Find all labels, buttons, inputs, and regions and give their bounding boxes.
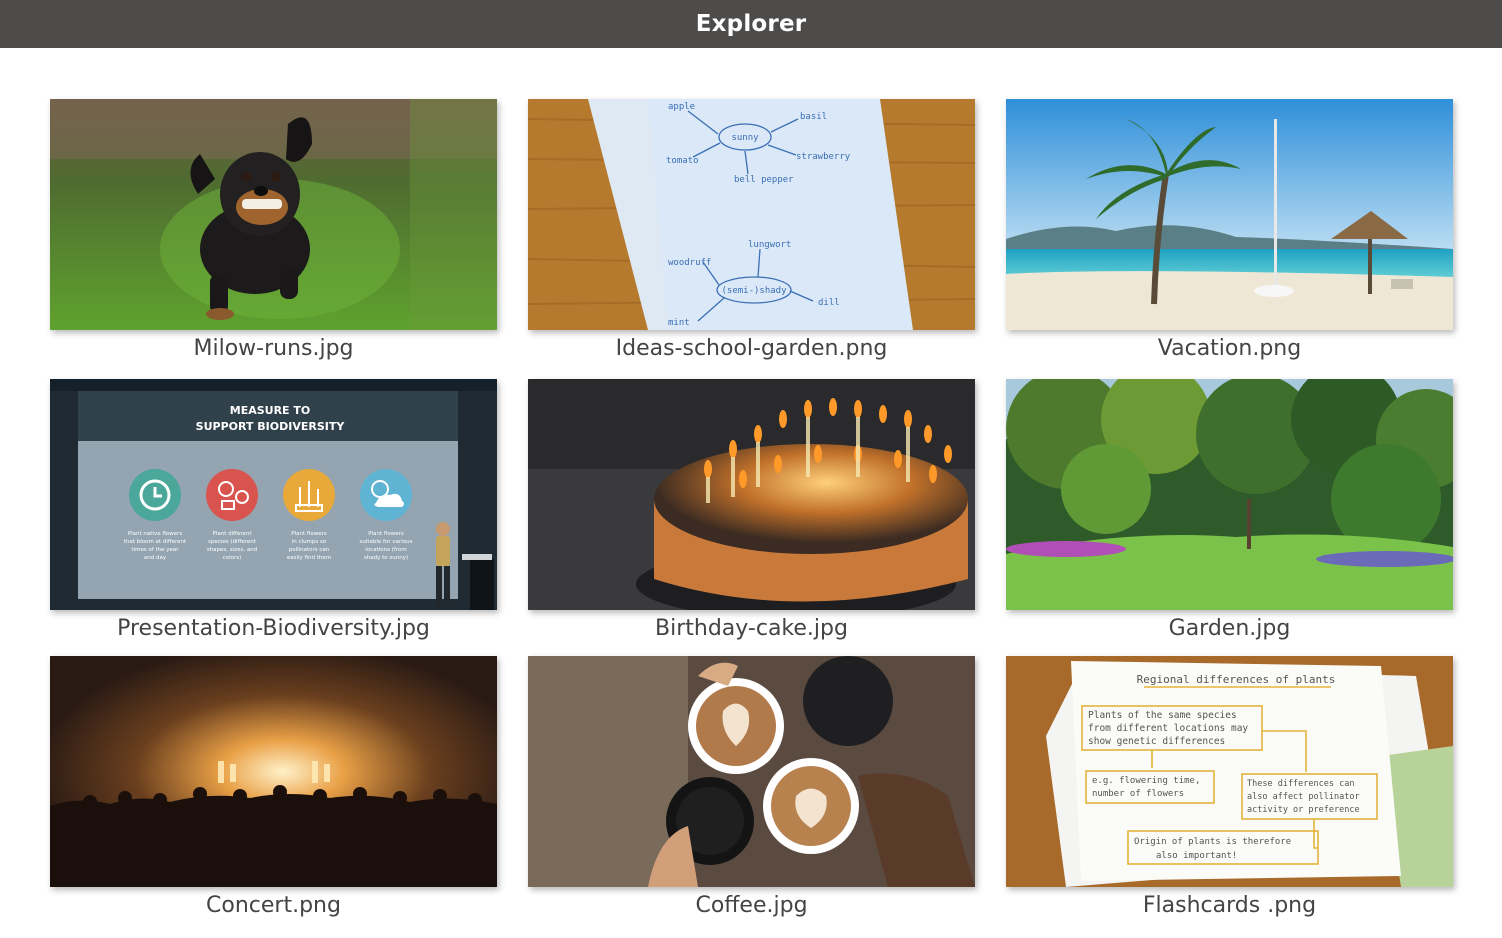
thumbnail-flashcards[interactable]: Regional differences of plants Plants of… xyxy=(1006,656,1453,887)
file-tile-concert[interactable]: Concert.png xyxy=(50,656,497,918)
thumbnail-coffee[interactable] xyxy=(528,656,975,887)
mindmap-word: basil xyxy=(800,112,827,122)
slide-item-text: Plant different xyxy=(213,531,253,537)
file-tile-garden[interactable]: Garden.jpg xyxy=(1006,379,1453,641)
slide-item-text: species (different xyxy=(208,539,257,545)
slide-heading-line1: MEASURE TO xyxy=(230,404,311,417)
file-name: Flashcards .png xyxy=(1142,893,1317,918)
mind-map-image: sunny apple basil tomato strawberry bell… xyxy=(528,99,975,330)
file-tile-vacation[interactable]: Vacation.png xyxy=(1006,99,1453,361)
window-title: Explorer xyxy=(695,11,807,37)
slide-item-text: pollinators can xyxy=(289,547,330,553)
mindmap-word: lungwort xyxy=(748,240,791,250)
flashcard-text: e.g. flowering time, xyxy=(1092,776,1200,786)
flashcard-text: from different locations may xyxy=(1088,723,1248,734)
file-name: Presentation-Biodiversity.jpg xyxy=(117,616,430,641)
slide-item-text: locations (from xyxy=(365,547,406,553)
flashcard-text: Origin of plants is therefore xyxy=(1134,837,1291,847)
flashcard-text: Plants of the same species xyxy=(1088,710,1237,721)
slide-item-text: that bloom at different xyxy=(124,539,187,545)
flashcard-heading: Regional differences of plants xyxy=(1137,673,1336,686)
thumbnail-birthday-cake[interactable] xyxy=(528,379,975,610)
file-name: Vacation.png xyxy=(1157,336,1302,361)
flower-icon xyxy=(206,469,258,521)
thumbnail-beach[interactable] xyxy=(1006,99,1453,330)
file-name: Concert.png xyxy=(206,893,341,918)
flashcard-text: activity or preference xyxy=(1247,805,1360,815)
mindmap-word: mint xyxy=(668,318,690,328)
beach-image xyxy=(1006,99,1453,330)
slide-item-text: shady to sunny) xyxy=(364,555,408,561)
slide-item-text: suitable for various xyxy=(360,539,413,545)
file-tile-milow-runs[interactable]: Milow-runs.jpg xyxy=(50,99,497,361)
slide-item-text: shapes, sizes, and xyxy=(207,547,257,553)
slide-item-text: colors) xyxy=(223,555,242,561)
concert-image xyxy=(50,656,497,887)
slide-heading-line2: SUPPORT BIODIVERSITY xyxy=(196,420,346,433)
slide-item-text: times of the year xyxy=(131,547,179,553)
dog-image xyxy=(50,99,497,330)
file-tile-ideas-school-garden[interactable]: sunny apple basil tomato strawberry bell… xyxy=(528,99,975,361)
file-name: Garden.jpg xyxy=(1168,616,1291,641)
flashcard-text: also important! xyxy=(1156,851,1237,861)
mindmap-center-sunny: sunny xyxy=(731,133,759,143)
title-bar: Explorer xyxy=(0,0,1502,48)
file-name: Birthday-cake.jpg xyxy=(655,616,848,641)
mindmap-word: strawberry xyxy=(796,152,851,162)
file-name: Coffee.jpg xyxy=(695,893,808,918)
slide-item-text: Plant flowers xyxy=(291,531,327,537)
thumbnail-dog-running[interactable] xyxy=(50,99,497,330)
file-tile-flashcards[interactable]: Regional differences of plants Plants of… xyxy=(1006,656,1453,918)
slide-item-text: in clumps so xyxy=(292,539,327,545)
garden-image xyxy=(1006,379,1453,610)
slide-item-text: easily find them xyxy=(287,555,331,561)
mindmap-word: tomato xyxy=(666,156,699,166)
mindmap-word: apple xyxy=(668,102,695,112)
presentation-image: MEASURE TO SUPPORT BIODIVERSITY Plant na… xyxy=(50,379,497,610)
file-tile-presentation-biodiversity[interactable]: MEASURE TO SUPPORT BIODIVERSITY Plant na… xyxy=(50,379,497,641)
thumbnail-presentation[interactable]: MEASURE TO SUPPORT BIODIVERSITY Plant na… xyxy=(50,379,497,610)
thumbnail-mind-map[interactable]: sunny apple basil tomato strawberry bell… xyxy=(528,99,975,330)
file-tile-birthday-cake[interactable]: Birthday-cake.jpg xyxy=(528,379,975,641)
slide-item-text: Plant native flowers xyxy=(128,531,183,537)
mindmap-word: bell pepper xyxy=(734,175,794,185)
flashcard-text: These differences can xyxy=(1247,779,1354,789)
flashcard-text: also affect pollinator xyxy=(1247,792,1360,802)
file-tile-coffee[interactable]: Coffee.jpg xyxy=(528,656,975,918)
flashcard-text: number of flowers xyxy=(1092,789,1184,799)
file-name: Ideas-school-garden.png xyxy=(615,336,888,361)
flashcards-image: Regional differences of plants Plants of… xyxy=(1006,656,1453,887)
file-name: Milow-runs.jpg xyxy=(193,336,354,361)
coffee-image xyxy=(528,656,975,887)
slide-item-text: and day xyxy=(144,555,167,561)
flashcard-text: show genetic differences xyxy=(1088,736,1225,747)
thumbnail-garden[interactable] xyxy=(1006,379,1453,610)
mindmap-word: dill xyxy=(818,298,840,308)
mindmap-word: woodruff xyxy=(668,258,711,268)
mindmap-center-shady: (semi-)shady xyxy=(721,286,787,296)
slide-item-text: Plant flowers xyxy=(368,531,404,537)
thumbnail-concert[interactable] xyxy=(50,656,497,887)
birthday-cake-image xyxy=(528,379,975,610)
